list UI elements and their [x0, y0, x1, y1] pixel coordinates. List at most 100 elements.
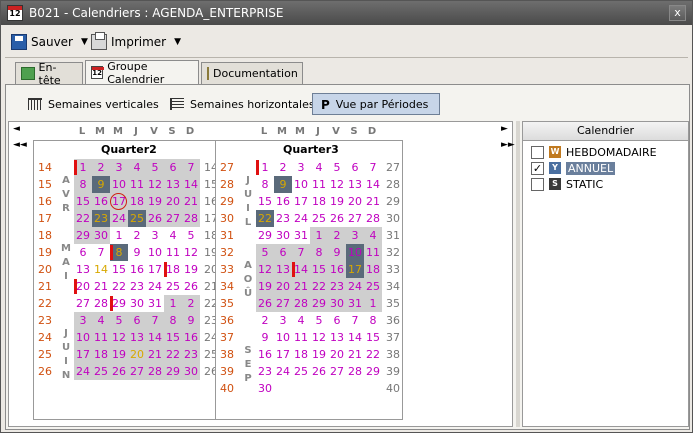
day-cell[interactable]: 4: [164, 227, 182, 244]
day-cell[interactable]: 13: [74, 261, 92, 278]
day-cell[interactable]: 6: [74, 244, 92, 261]
day-cell[interactable]: 14: [346, 329, 364, 346]
day-cell[interactable]: 3: [146, 227, 164, 244]
day-cell[interactable]: 15: [256, 193, 274, 210]
day-cell[interactable]: 27: [328, 363, 346, 380]
day-cell[interactable]: 4: [364, 227, 382, 244]
day-cell[interactable]: 16: [274, 193, 292, 210]
day-cell[interactable]: 29: [310, 295, 328, 312]
day-cell[interactable]: 26: [182, 278, 200, 295]
day-cell[interactable]: 21: [346, 346, 364, 363]
day-cell[interactable]: 22: [164, 346, 182, 363]
calendar-list-item[interactable]: S STATIC: [531, 176, 686, 192]
day-cell[interactable]: 10: [146, 244, 164, 261]
day-cell[interactable]: 29: [364, 363, 382, 380]
day-cell[interactable]: 3: [292, 159, 310, 176]
day-cell[interactable]: 21: [182, 193, 200, 210]
day-cell[interactable]: 10: [292, 176, 310, 193]
day-cell[interactable]: 30: [328, 295, 346, 312]
day-cell[interactable]: 25: [310, 210, 328, 227]
day-cell[interactable]: 25: [164, 278, 182, 295]
day-cell[interactable]: 9: [256, 329, 274, 346]
day-cell[interactable]: 8: [256, 176, 274, 193]
day-cell[interactable]: 27: [164, 210, 182, 227]
day-cell[interactable]: 7: [346, 312, 364, 329]
day-cell[interactable]: 23: [274, 210, 292, 227]
day-cell[interactable]: 8: [164, 312, 182, 329]
checkbox[interactable]: [531, 177, 544, 191]
nav-prev-double-button[interactable]: ◄◄: [13, 140, 27, 150]
day-cell[interactable]: 6: [328, 312, 346, 329]
day-cell[interactable]: 10: [274, 329, 292, 346]
day-cell[interactable]: 29: [256, 227, 274, 244]
day-cell[interactable]: 7: [292, 244, 310, 261]
close-button[interactable]: x: [669, 5, 686, 21]
day-cell[interactable]: 3: [346, 227, 364, 244]
day-cell[interactable]: 13: [274, 261, 292, 278]
nav-next-button[interactable]: ►: [501, 124, 508, 134]
day-cell[interactable]: [328, 380, 346, 397]
day-cell[interactable]: 1: [110, 227, 128, 244]
day-cell[interactable]: 11: [292, 329, 310, 346]
day-cell[interactable]: 31: [292, 227, 310, 244]
day-cell[interactable]: 12: [146, 176, 164, 193]
day-cell[interactable]: 22: [74, 210, 92, 227]
day-cell[interactable]: 23: [328, 278, 346, 295]
day-cell[interactable]: 4: [128, 159, 146, 176]
day-cell[interactable]: 15: [310, 261, 328, 278]
day-cell[interactable]: 15: [74, 193, 92, 210]
day-cell[interactable]: 7: [92, 244, 110, 261]
day-cell[interactable]: 12: [328, 176, 346, 193]
day-cell[interactable]: 3: [74, 312, 92, 329]
day-cell[interactable]: 5: [256, 244, 274, 261]
day-cell[interactable]: 27: [128, 363, 146, 380]
day-cell[interactable]: 18: [310, 193, 328, 210]
calendar-list-item[interactable]: W HEBDOMADAIRE: [531, 144, 686, 160]
day-cell[interactable]: 23: [128, 278, 146, 295]
day-cell[interactable]: 9: [92, 176, 110, 193]
day-cell[interactable]: 23: [256, 363, 274, 380]
day-cell[interactable]: 16: [328, 261, 346, 278]
day-cell[interactable]: 14: [182, 176, 200, 193]
day-cell[interactable]: 7: [146, 312, 164, 329]
day-cell[interactable]: 16: [128, 261, 146, 278]
day-cell[interactable]: 6: [128, 312, 146, 329]
day-cell[interactable]: 26: [328, 210, 346, 227]
day-cell[interactable]: 25: [128, 210, 146, 227]
day-cell[interactable]: 26: [110, 363, 128, 380]
day-cell[interactable]: 13: [164, 176, 182, 193]
day-cell[interactable]: 23: [92, 210, 110, 227]
calendar-list-item[interactable]: ✓ Y ANNUEL: [531, 160, 686, 176]
save-button[interactable]: Sauver ▼: [11, 31, 88, 53]
day-cell[interactable]: 22: [364, 346, 382, 363]
day-cell[interactable]: 26: [146, 210, 164, 227]
day-cell[interactable]: 26: [310, 363, 328, 380]
day-cell[interactable]: 10: [110, 176, 128, 193]
day-cell[interactable]: 5: [146, 159, 164, 176]
view-periods-button[interactable]: P Vue par Périodes: [312, 93, 440, 115]
day-cell[interactable]: 18: [92, 346, 110, 363]
day-cell[interactable]: 19: [328, 193, 346, 210]
day-cell[interactable]: 4: [292, 312, 310, 329]
day-cell[interactable]: 23: [182, 346, 200, 363]
day-cell[interactable]: [310, 380, 328, 397]
day-cell[interactable]: 21: [292, 278, 310, 295]
day-cell[interactable]: 16: [182, 329, 200, 346]
day-cell[interactable]: 17: [346, 261, 364, 278]
nav-prev-button[interactable]: ◄: [13, 124, 20, 134]
day-cell[interactable]: 5: [110, 312, 128, 329]
tab-en-tete[interactable]: En-tête: [15, 61, 83, 87]
day-cell[interactable]: 3: [110, 159, 128, 176]
day-cell[interactable]: 6: [274, 244, 292, 261]
day-cell[interactable]: 18: [128, 193, 146, 210]
day-cell[interactable]: 7: [364, 159, 382, 176]
day-cell[interactable]: 2: [274, 159, 292, 176]
day-cell[interactable]: 16: [92, 193, 110, 210]
view-horizontal-weeks-button[interactable]: Semaines horizontales: [162, 93, 323, 115]
day-cell[interactable]: 28: [346, 363, 364, 380]
day-cell[interactable]: 19: [110, 346, 128, 363]
day-cell[interactable]: [364, 380, 382, 397]
day-cell[interactable]: 15: [164, 329, 182, 346]
day-cell[interactable]: 5: [310, 312, 328, 329]
checkbox[interactable]: ✓: [531, 161, 544, 175]
